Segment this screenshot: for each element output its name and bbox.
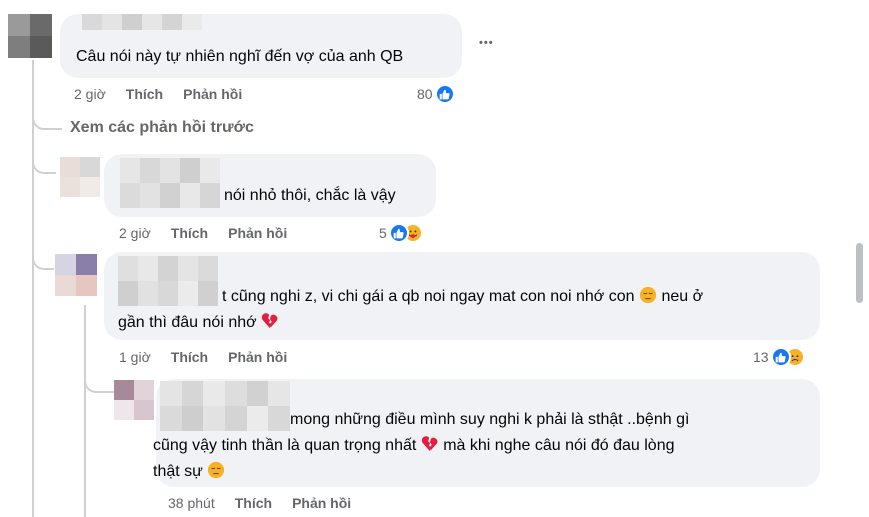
comment-text: t cũng nghi z, vi chi gái a qb noi ngay … (222, 288, 635, 305)
like-button[interactable]: Thích (171, 225, 208, 241)
broken-heart-icon (261, 313, 278, 329)
reaction-summary[interactable]: 13 (753, 346, 805, 368)
comment-bubble: Câu nói này tự nhiên nghĩ đến vợ của anh… (60, 14, 462, 78)
broken-heart-icon (421, 436, 438, 452)
reaction-summary[interactable]: 80 (417, 83, 455, 105)
comment-text-line-3: thật sự (153, 461, 225, 482)
like-button[interactable]: Thích (126, 86, 163, 102)
comment-text-tail: neu ở (661, 288, 704, 305)
comment-meta: 2 giờ Thích Phản hồi (119, 223, 287, 243)
like-button[interactable]: Thích (171, 349, 208, 365)
comment-time[interactable]: 38 phút (168, 495, 215, 511)
view-previous-replies-link[interactable]: Xem các phản hồi trước (70, 119, 254, 137)
pensive-emoji-icon (208, 461, 225, 479)
reply-button[interactable]: Phản hồi (292, 495, 351, 511)
more-options-icon[interactable]: ••• (479, 37, 494, 49)
reply-button[interactable]: Phản hồi (228, 225, 287, 241)
comment-bubble: mong những điều mình suy nghi k phải là … (153, 379, 820, 487)
comment-text-tail: mà khi nghe câu nói đó đau lòng (443, 437, 675, 454)
comment-text: thật sự (153, 463, 203, 480)
like-icon (388, 223, 409, 243)
comment-text-line-2: gần thì đâu nói nhớ (118, 312, 279, 333)
commenter-name-blurred[interactable] (160, 381, 290, 431)
comment-meta: 1 giờ Thích Phản hồi (119, 347, 287, 367)
thread-connector-reply-3 (84, 365, 114, 393)
comment-text: gần thì đâu nói nhớ (118, 314, 257, 331)
comment-text: Câu nói này tự nhiên nghĩ đến vợ của anh… (76, 48, 404, 65)
reply-button[interactable]: Phản hồi (228, 349, 287, 365)
comment-text-line-1: mong những điều mình suy nghi k phải là … (290, 411, 690, 428)
avatar[interactable] (60, 157, 100, 197)
like-button[interactable]: Thích (235, 495, 272, 511)
comment-text: cũng vậy tinh thần là quan trọng nhất (153, 437, 417, 454)
comment-text-line-1: t cũng nghi z, vi chi gái a qb noi ngay … (222, 286, 703, 307)
thread-connector-view-prev (32, 108, 62, 130)
commenter-name-blurred[interactable] (82, 14, 202, 30)
thread-line-main (32, 60, 34, 517)
reaction-count: 80 (417, 86, 433, 102)
reply-button[interactable]: Phản hồi (183, 86, 242, 102)
comment-time[interactable]: 2 giờ (74, 86, 106, 102)
avatar[interactable] (8, 14, 52, 58)
like-icon (434, 84, 455, 104)
scrollbar[interactable] (853, 0, 869, 517)
thread-line-sub (84, 305, 86, 517)
comment-time[interactable]: 1 giờ (119, 349, 151, 365)
scrollbar-thumb[interactable] (856, 243, 863, 303)
comment-time[interactable]: 2 giờ (119, 225, 151, 241)
thread-connector-reply-2 (32, 240, 54, 270)
commenter-name-blurred[interactable] (118, 256, 218, 306)
thread-connector-reply-1 (32, 150, 56, 174)
like-icon (770, 347, 791, 367)
avatar[interactable] (114, 380, 154, 420)
reaction-count: 13 (753, 349, 769, 365)
comment-bubble: nói nhỏ thôi, chắc là vậy (104, 154, 436, 217)
reaction-summary[interactable]: 5 (379, 222, 423, 244)
reaction-count: 5 (379, 225, 387, 241)
pensive-emoji-icon (639, 286, 657, 304)
comment-text-line-2: cũng vậy tinh thần là quan trọng nhất mà… (153, 435, 675, 456)
comment-bubble: t cũng nghi z, vi chi gái a qb noi ngay … (104, 252, 820, 340)
comment-meta: 2 giờ Thích Phản hồi (74, 84, 242, 104)
avatar[interactable] (55, 254, 97, 296)
commenter-name-blurred[interactable] (120, 158, 220, 208)
comment-meta: 38 phút Thích Phản hồi (168, 493, 351, 513)
comment-text: nói nhỏ thôi, chắc là vậy (224, 187, 396, 204)
